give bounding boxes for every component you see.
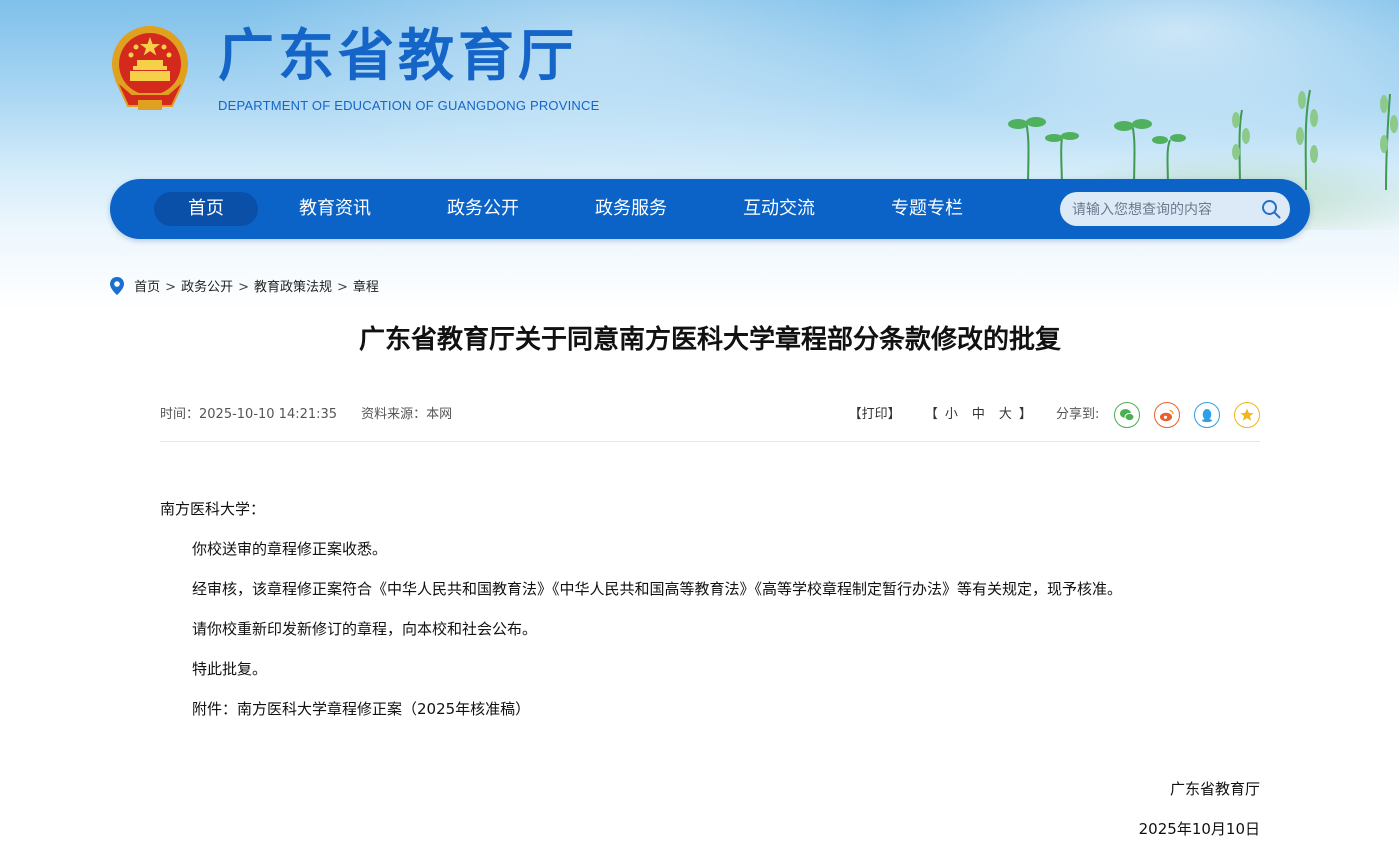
site-title[interactable]: 广东省教育厅 [218,22,578,92]
article-meta: 时间：2025-10-10 14:21:35 资料来源：本网 【打印】 【小中大】… [160,400,1260,430]
attachment-line: 附件：南方医科大学章程修正案（2025年核准稿） [192,700,531,718]
favorite-star-icon[interactable] [1234,402,1260,428]
main-nav: 首页 教育资讯 政务公开 政务服务 互动交流 专题专栏 [110,179,1310,239]
font-bracket-open: 【 [924,407,938,422]
signature-date: 2025年10月10日 [1138,820,1260,838]
body-paragraph: 请你校重新印发新修订的章程，向本校和社会公布。 [192,620,538,638]
article-body: 南方医科大学： 你校送审的章程修正案收悉。 经审核，该章程修正案符合《中华人民共… [160,494,1260,734]
breadcrumb-charter[interactable]: 章程 [353,280,379,295]
search-input[interactable] [1070,192,1254,228]
breadcrumb: 首页 > 政务公开 > 教育政策法规 > 章程 [110,277,379,297]
meta-divider [160,441,1260,442]
breadcrumb-government-affairs[interactable]: 政务公开 [181,280,233,295]
nav-item-special-topics[interactable]: 专题专栏 [882,192,972,226]
font-bracket-close: 】 [1018,407,1032,422]
national-emblem-icon [112,26,188,110]
breadcrumb-separator: > [165,280,177,295]
nav-item-education-news[interactable]: 教育资讯 [290,192,380,226]
publish-time: 时间：2025-10-10 14:21:35 [160,407,338,422]
search-box [1060,192,1290,228]
article-source: 资料来源：本网 [361,407,453,422]
wechat-icon[interactable] [1113,402,1140,428]
font-size-small-button[interactable]: 小 [945,400,958,430]
article-title: 广东省教育厅关于同意南方医科大学章程部分条款修改的批复 [358,325,1061,355]
nav-item-interaction[interactable]: 互动交流 [734,192,824,226]
print-button[interactable]: 【打印】 [849,400,901,430]
page: 广东省教育厅 DEPARTMENT OF EDUCATION OF GUANGD… [0,0,1399,849]
location-pin-icon [110,277,124,295]
breadcrumb-separator: > [337,280,348,295]
search-icon[interactable] [1260,198,1282,220]
body-paragraph: 特此批复。 [192,660,268,678]
header-banner: 广东省教育厅 DEPARTMENT OF EDUCATION OF GUANGD… [0,0,1399,310]
signature-org: 广东省教育厅 [1169,780,1260,798]
body-paragraph: 经审核，该章程修正案符合《中华人民共和国教育法》《中华人民共和国高等教育法》《高… [192,580,1123,598]
share-label: 分享到: [1056,407,1100,422]
breadcrumb-education-policy[interactable]: 教育政策法规 [254,280,332,295]
nav-item-government-services[interactable]: 政务服务 [586,192,676,226]
plants-decoration-icon [1008,89,1398,190]
nav-item-government-affairs[interactable]: 政务公开 [438,192,528,226]
body-paragraph: 你校送审的章程修正案收悉。 [192,540,388,558]
font-size-control: 【小中大】 [925,400,1032,430]
nav-item-home[interactable]: 首页 [154,192,258,226]
qq-icon[interactable] [1193,402,1220,428]
breadcrumb-home[interactable]: 首页 [134,280,160,295]
salutation: 南方医科大学： [160,500,266,518]
font-size-medium-button[interactable]: 中 [972,400,985,430]
font-size-large-button[interactable]: 大 [999,400,1012,430]
site-subtitle: DEPARTMENT OF EDUCATION OF GUANGDONG PRO… [218,98,600,113]
breadcrumb-separator: > [238,280,249,295]
weibo-icon[interactable] [1153,402,1180,428]
